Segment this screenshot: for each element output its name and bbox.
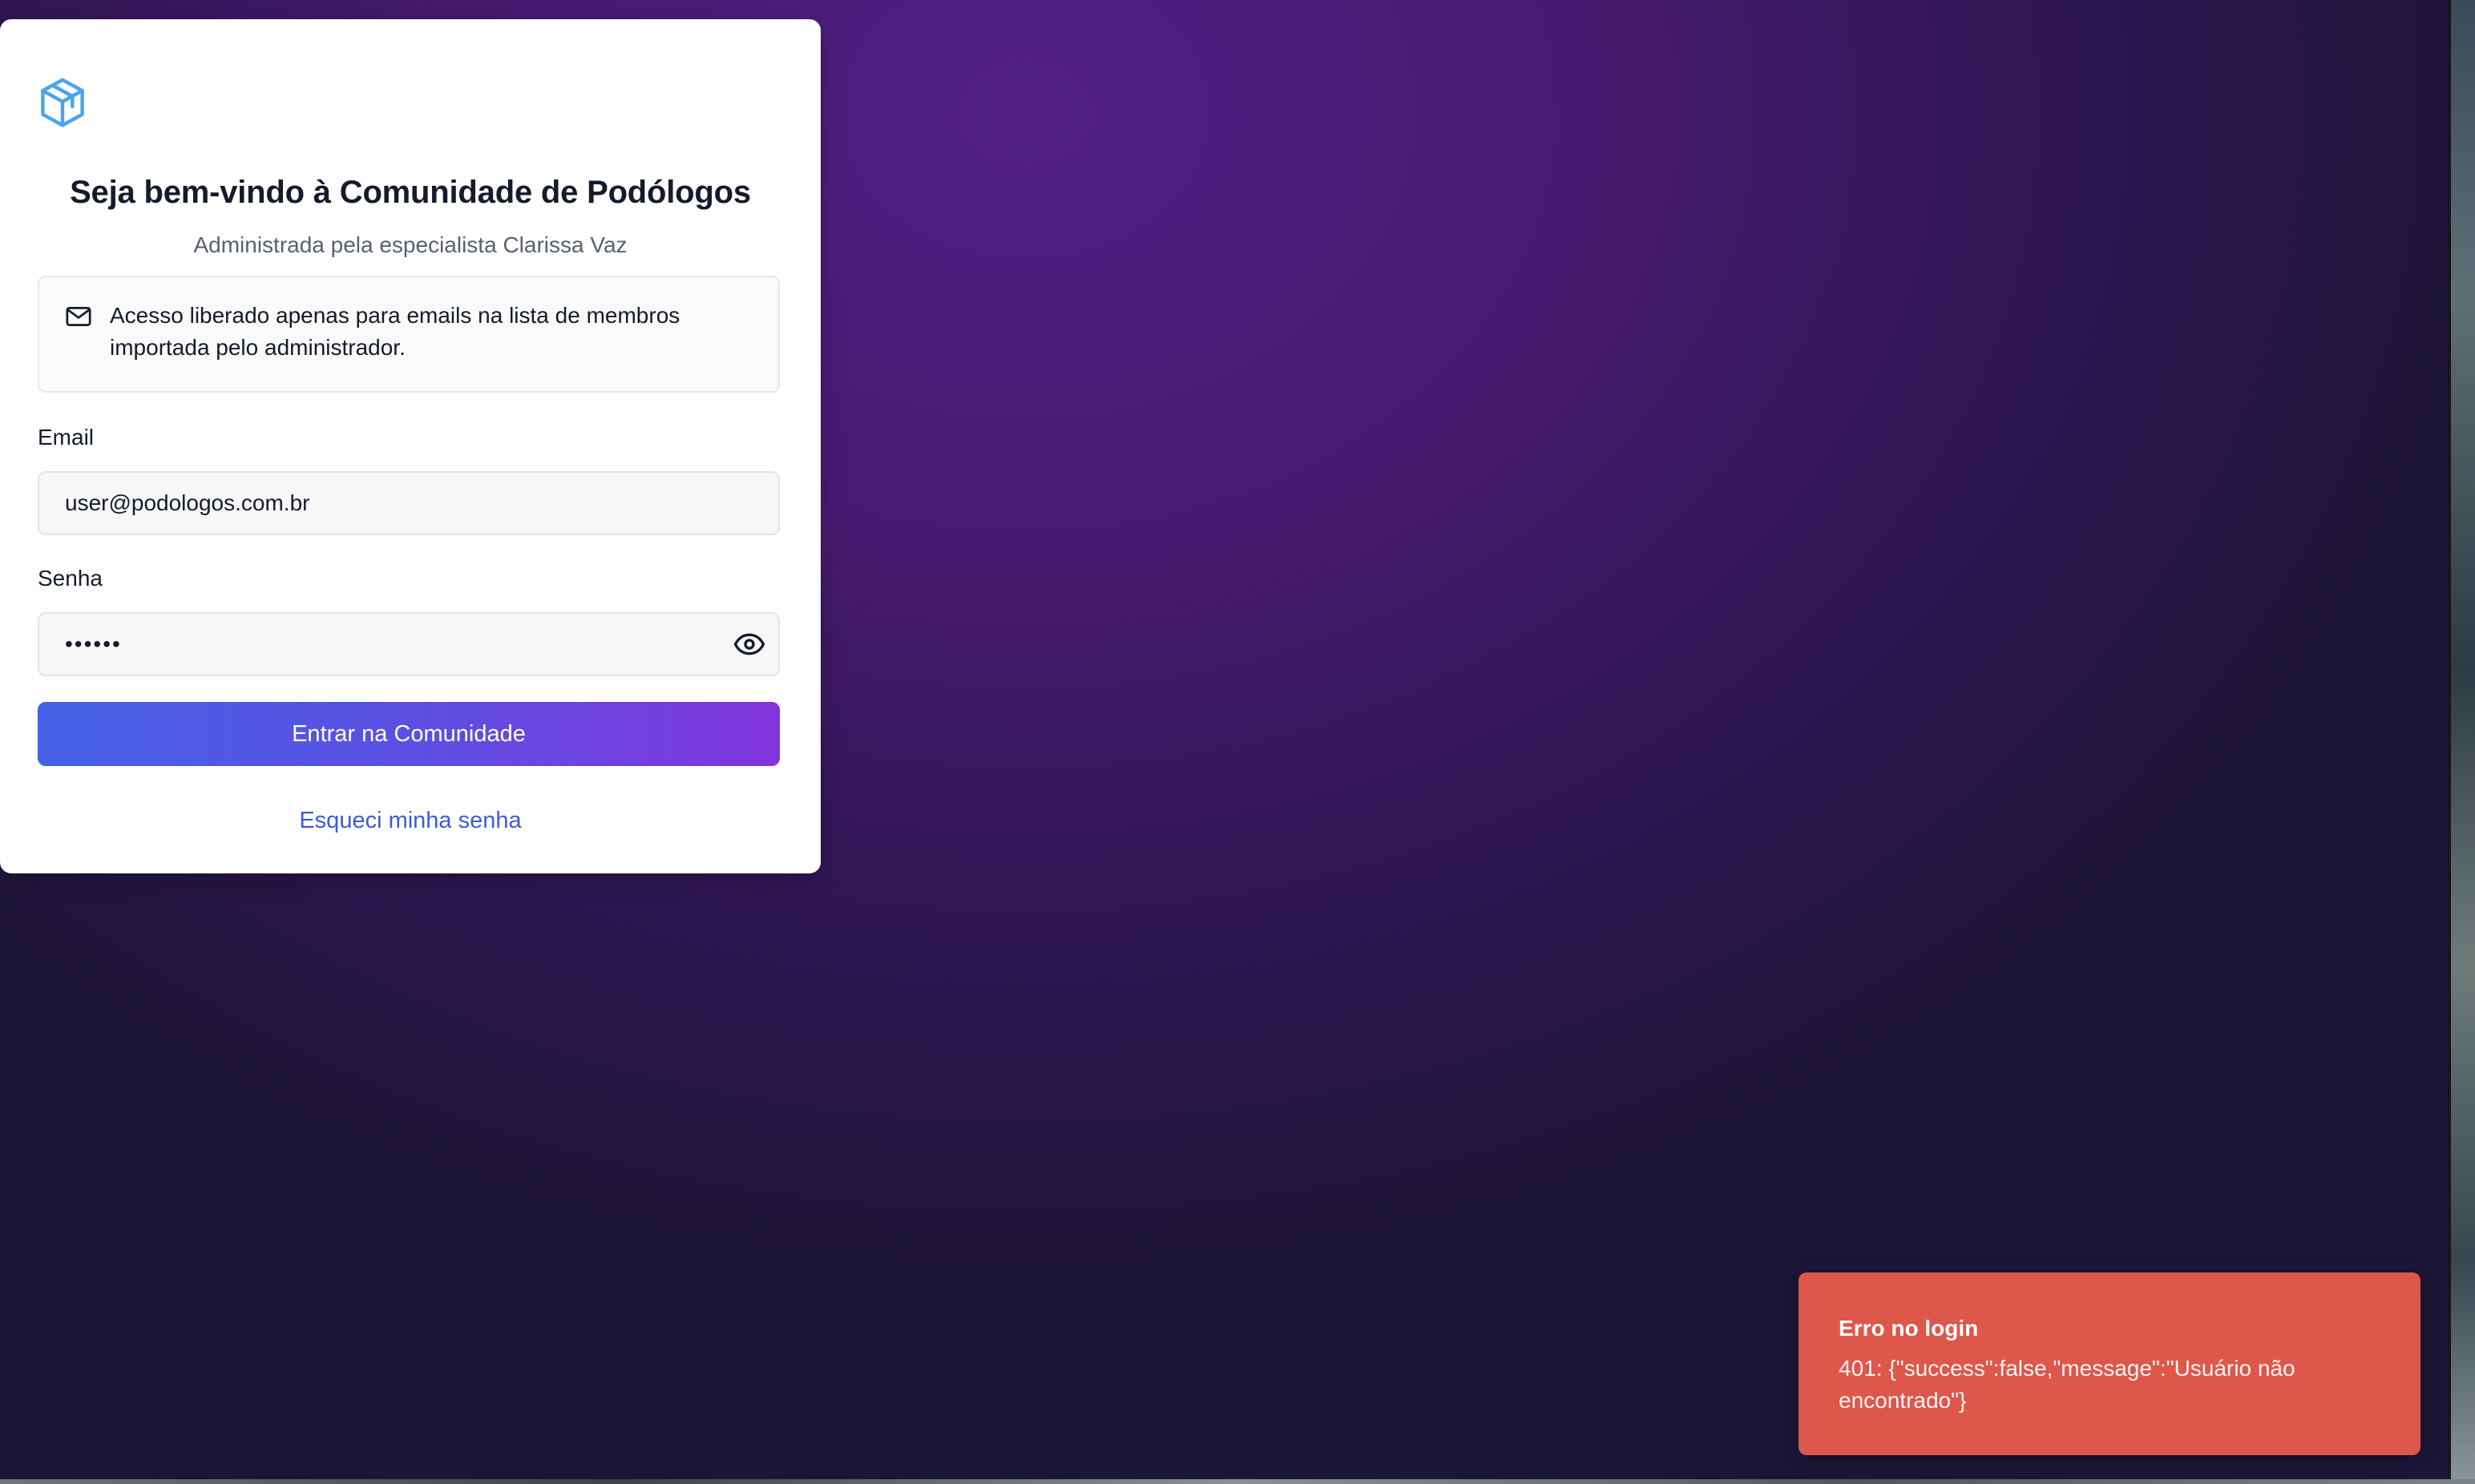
- access-notice-text: Acesso liberado apenas para emails na li…: [110, 303, 680, 360]
- forgot-password-link[interactable]: Esqueci minha senha: [0, 808, 821, 834]
- toast-title: Erro no login: [1839, 1316, 1979, 1341]
- page-subtitle: Administrada pela especialista Clarissa …: [193, 232, 628, 257]
- page-title: Seja bem-vindo à Comunidade de Podólogos: [70, 175, 751, 210]
- login-card: Seja bem-vindo à Comunidade de Podólogos…: [0, 19, 821, 873]
- page-background: Seja bem-vindo à Comunidade de Podólogos…: [0, 0, 2448, 1479]
- toast-message: 401: {"success":false,"message":"Usuário…: [1839, 1356, 2295, 1413]
- password-field[interactable]: [38, 612, 780, 676]
- mail-icon: [66, 307, 91, 326]
- password-label: Senha: [38, 566, 103, 591]
- desktop-background-edge: [2448, 0, 2475, 1484]
- access-notice: Acesso liberado apenas para emails na li…: [38, 276, 780, 393]
- email-field[interactable]: [38, 471, 780, 535]
- email-label: Email: [38, 425, 95, 450]
- login-button[interactable]: Entrar na Comunidade: [38, 702, 780, 766]
- cube-logo-icon: [41, 78, 84, 127]
- desktop-background-bottom: [0, 1479, 2475, 1484]
- error-toast[interactable]: Erro no login 401: {"success":false,"mes…: [1799, 1272, 2420, 1455]
- eye-icon[interactable]: [733, 632, 765, 656]
